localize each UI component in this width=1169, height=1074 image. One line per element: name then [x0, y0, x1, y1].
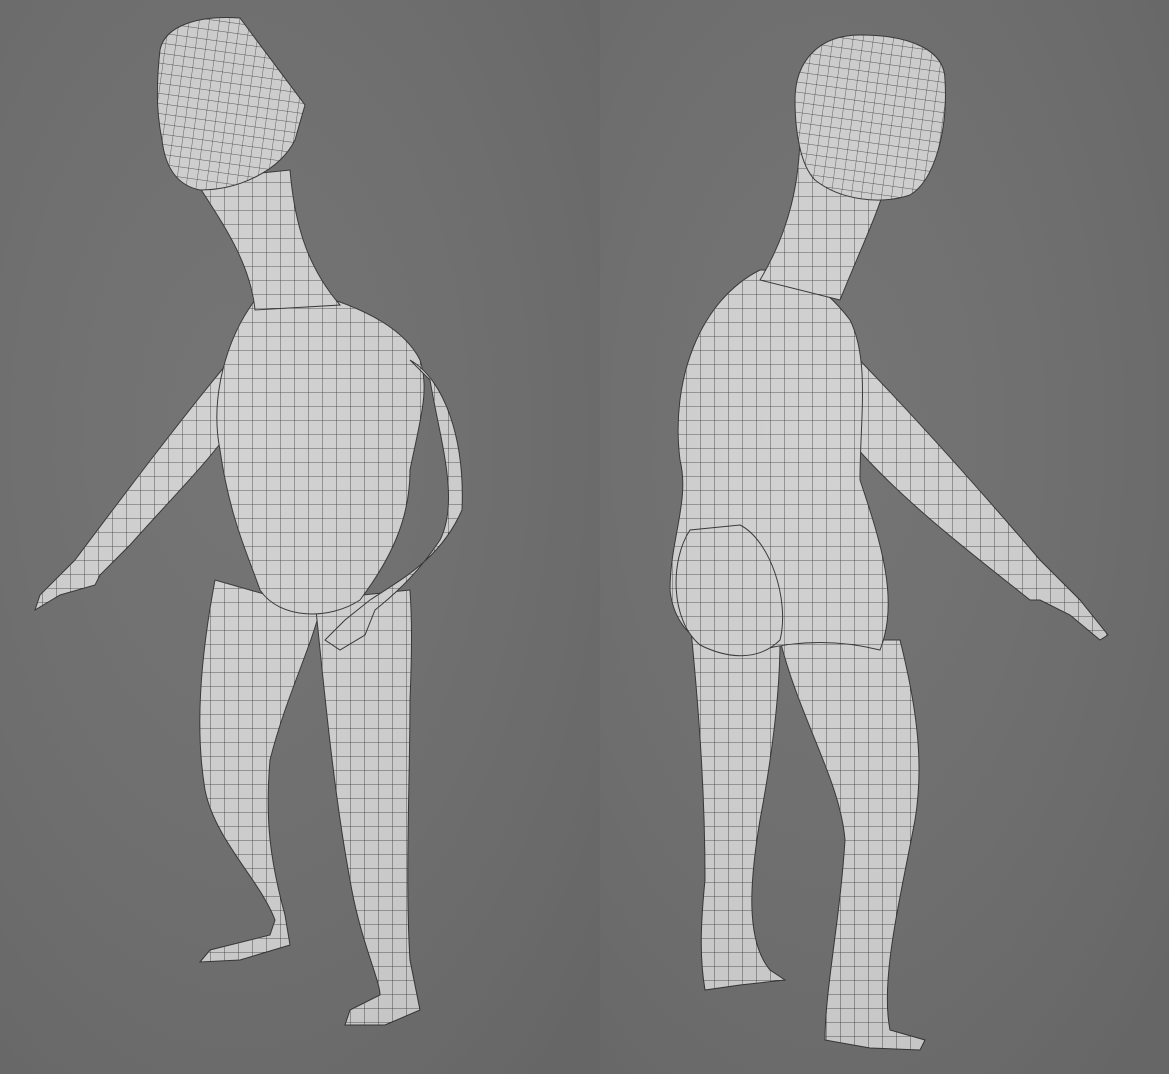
3d-viewport[interactable]: [0, 0, 1169, 1074]
model-back-view[interactable]: [600, 0, 1169, 1074]
model-front-view[interactable]: [0, 0, 600, 1074]
